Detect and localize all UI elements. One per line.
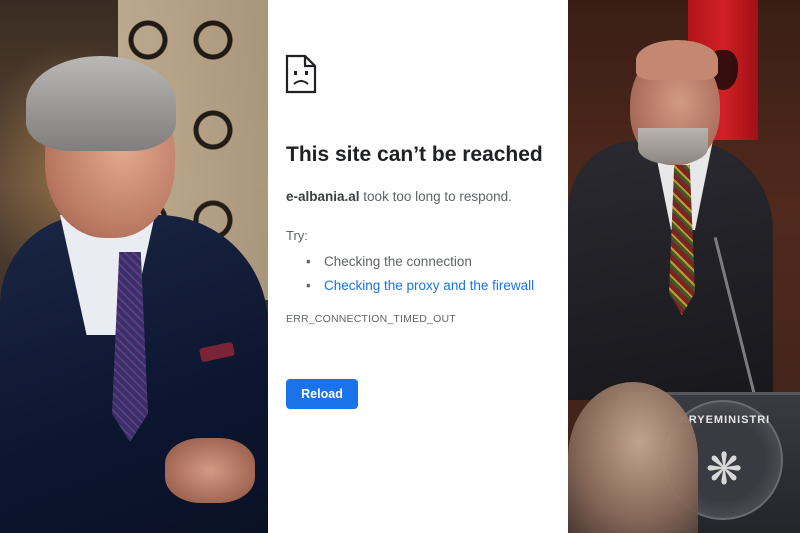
description-text: took too long to respond. <box>359 189 512 204</box>
gray-hair <box>26 56 176 151</box>
host-name: e-albania.al <box>286 189 360 204</box>
double-headed-eagle-icon: ❋ <box>705 445 743 494</box>
right-photo: KRYEMINISTRI ❋ <box>568 0 800 533</box>
left-person <box>0 0 268 533</box>
page-title: This site can’t be reached <box>286 143 543 166</box>
suggestion-list: Checking the connection Checking the pro… <box>306 250 534 298</box>
gray-beard <box>638 128 708 164</box>
error-description: e-albania.al took too long to respond. <box>286 189 512 204</box>
reload-button[interactable]: Reload <box>286 379 358 409</box>
foreground-blurred-head <box>568 382 698 533</box>
suggestion-check-proxy-link[interactable]: Checking the proxy and the firewall <box>306 274 534 298</box>
try-label: Try: <box>286 228 308 243</box>
error-code: ERR_CONNECTION_TIMED_OUT <box>286 313 456 325</box>
left-photo <box>0 0 268 533</box>
bald-head <box>636 40 718 80</box>
sad-document-icon <box>285 54 317 94</box>
clasped-hands <box>165 438 255 503</box>
suggestion-check-connection: Checking the connection <box>306 250 534 274</box>
